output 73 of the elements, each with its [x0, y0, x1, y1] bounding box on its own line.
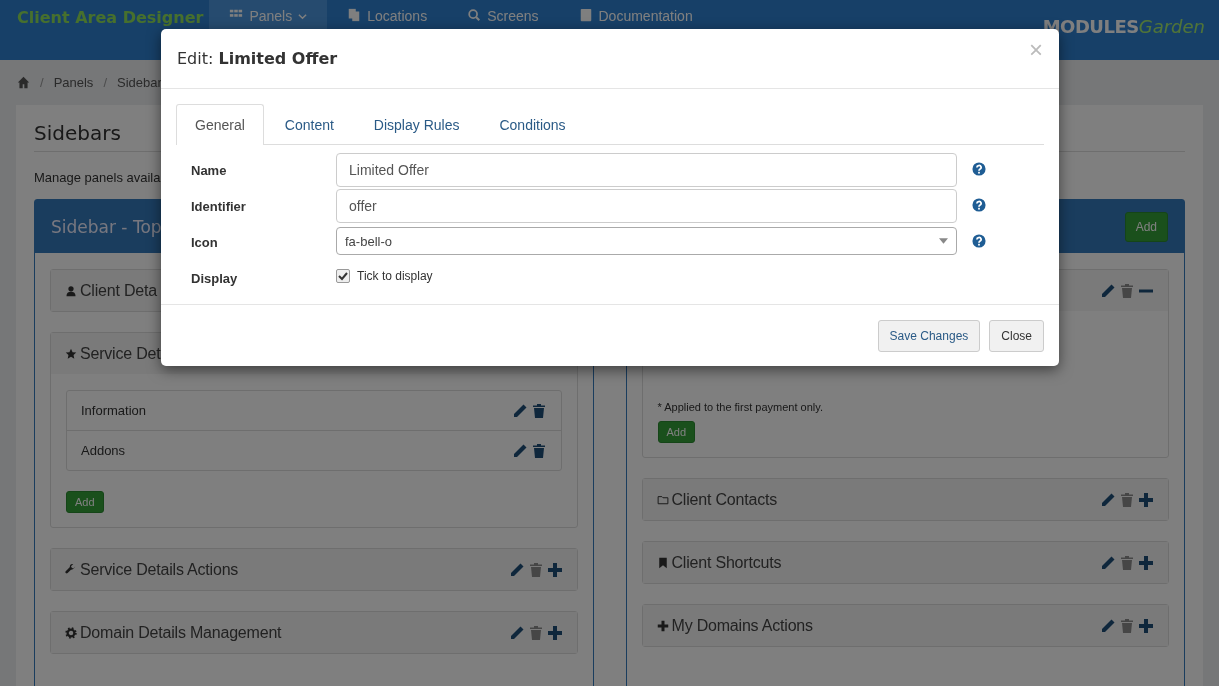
- trash-icon[interactable]: [1119, 554, 1135, 571]
- expand-icon[interactable]: [546, 561, 563, 578]
- panel-title: Client Shortcuts: [671, 553, 782, 572]
- breadcrumb-link[interactable]: Sidebar: [117, 75, 162, 90]
- plus-icon: [656, 619, 669, 632]
- panel-title: Client Contacts: [671, 490, 777, 509]
- add-button[interactable]: Add: [1124, 211, 1168, 242]
- star-icon: [65, 347, 77, 360]
- panel-title: My Domains Actions: [671, 616, 813, 635]
- field-label: Identifier: [191, 198, 247, 214]
- wrench-icon: [65, 563, 77, 576]
- expand-icon[interactable]: [1138, 617, 1154, 634]
- panel-title: Sidebar - Top: [51, 216, 162, 237]
- note-text: * Applied to the first payment only.: [657, 401, 824, 413]
- add-button[interactable]: Add: [66, 491, 104, 513]
- dialog-button[interactable]: Save Changes: [877, 320, 981, 352]
- field-label: Icon: [191, 234, 219, 250]
- dropdown-arrow-icon: [939, 238, 948, 244]
- help-icon[interactable]: [972, 234, 986, 248]
- text-field[interactable]: offer: [336, 189, 957, 223]
- home-icon[interactable]: [17, 76, 30, 89]
- breadcrumb-separator: /: [103, 75, 107, 90]
- folder-icon: [656, 493, 669, 506]
- files-icon: [347, 8, 362, 22]
- panel-title: Service Details Actions: [80, 560, 239, 579]
- trash-icon[interactable]: [527, 624, 544, 641]
- panel-title: Service Det: [80, 344, 161, 363]
- edit-icon[interactable]: [1100, 491, 1116, 508]
- dialog-title: Edit: Limited Offer: [177, 49, 338, 68]
- item-label: Addons: [81, 443, 126, 458]
- checkbox-label: Tick to display: [357, 269, 433, 283]
- breadcrumb-link[interactable]: Panels: [53, 75, 94, 90]
- text-field[interactable]: Limited Offer: [336, 153, 957, 187]
- bookmark-icon: [656, 556, 669, 569]
- edit-icon[interactable]: [511, 442, 528, 459]
- trash-icon[interactable]: [1119, 282, 1135, 299]
- book-icon: [578, 8, 593, 22]
- edit-icon[interactable]: [1100, 554, 1116, 571]
- trash-icon[interactable]: [1119, 491, 1135, 508]
- expand-icon[interactable]: [1138, 491, 1154, 508]
- trash-icon[interactable]: [530, 402, 547, 419]
- app-title: Client Area Designer: [17, 8, 204, 27]
- nav-item[interactable]: Documentation: [558, 0, 713, 52]
- tab[interactable]: General: [176, 104, 264, 145]
- trash-icon[interactable]: [527, 561, 544, 578]
- nav-item[interactable]: Screens: [447, 0, 559, 52]
- add-button[interactable]: Add: [657, 421, 696, 443]
- help-icon[interactable]: [972, 162, 986, 176]
- close-button[interactable]: ×: [1029, 37, 1043, 62]
- field-label: Name: [191, 162, 228, 178]
- trash-icon[interactable]: [1119, 617, 1135, 634]
- expand-icon[interactable]: [546, 624, 563, 641]
- search-icon: [467, 8, 482, 22]
- trash-icon[interactable]: [530, 442, 547, 459]
- nav-item[interactable]: Locations: [327, 0, 448, 52]
- help-icon[interactable]: [972, 198, 986, 212]
- panel-title: Client Deta: [80, 281, 157, 300]
- page-description: Manage panels availa: [34, 170, 161, 185]
- edit-icon[interactable]: [508, 624, 525, 641]
- edit-icon[interactable]: [1100, 617, 1116, 634]
- checkbox[interactable]: [336, 269, 350, 283]
- gear-icon: [65, 626, 77, 639]
- dialog-button[interactable]: Close: [989, 320, 1044, 352]
- select-field[interactable]: fa-bell-o: [336, 227, 957, 255]
- breadcrumb-separator: /: [40, 75, 44, 90]
- edit-icon[interactable]: [508, 561, 525, 578]
- panel-title: Domain Details Management: [80, 623, 282, 642]
- field-label: Display: [191, 270, 239, 286]
- edit-icon[interactable]: [1100, 282, 1116, 299]
- item-label: Information: [81, 403, 147, 418]
- edit-icon[interactable]: [511, 402, 528, 419]
- user-icon: [65, 284, 77, 297]
- expand-icon[interactable]: [1138, 554, 1154, 571]
